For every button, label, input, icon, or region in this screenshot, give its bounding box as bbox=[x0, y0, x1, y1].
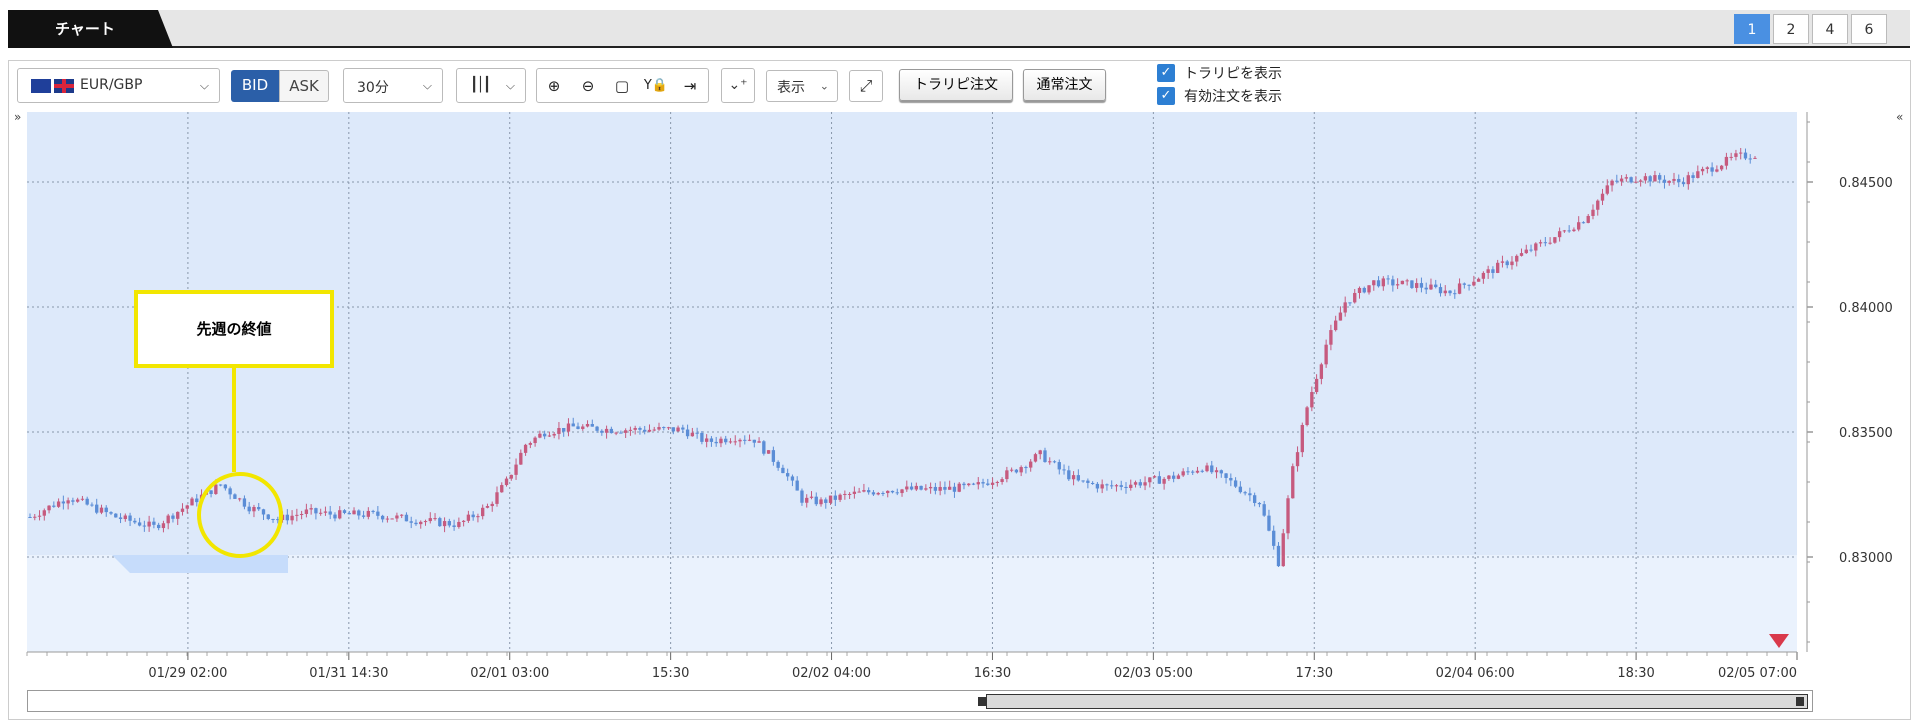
zoom-out-icon[interactable]: ⊖ bbox=[572, 70, 604, 102]
scrollbar-handle-left[interactable] bbox=[978, 697, 986, 706]
uk-flag-icon bbox=[54, 79, 74, 93]
jump-to-latest-icon[interactable]: ⇥ bbox=[674, 70, 706, 102]
show-trail-label: トラリピを表示 bbox=[1184, 66, 1282, 82]
annotation-highlight-circle bbox=[197, 472, 283, 558]
candlestick-icon: ┃│┃ bbox=[470, 77, 491, 93]
chevron-down-icon: ⌵ bbox=[505, 78, 515, 92]
eu-flag-icon bbox=[31, 79, 51, 93]
show-trail-checkbox[interactable]: ✓ bbox=[1157, 64, 1175, 82]
chevron-down-icon: ⌄ bbox=[819, 79, 829, 93]
page-button-6[interactable]: 6 bbox=[1851, 14, 1887, 44]
display-menu[interactable]: 表示 ⌄ bbox=[766, 70, 838, 102]
timeframe-select[interactable]: 30分 ⌵ bbox=[343, 68, 443, 103]
y-axis-lock-icon[interactable]: Y🔒 bbox=[640, 70, 672, 102]
timeframe-label: 30分 bbox=[357, 80, 389, 96]
time-scrollbar-thumb[interactable] bbox=[986, 694, 1808, 709]
fit-screen-icon[interactable]: ▢ bbox=[606, 70, 638, 102]
chart-panel bbox=[8, 60, 1911, 720]
zoom-in-icon[interactable]: ⊕ bbox=[538, 70, 570, 102]
expand-right-icon[interactable]: « bbox=[1896, 110, 1903, 124]
page-button-2[interactable]: 2 bbox=[1773, 14, 1809, 44]
symbol-select[interactable]: EUR/GBP ⌵ bbox=[17, 68, 220, 103]
fullscreen-icon[interactable]: ⤢ bbox=[849, 70, 883, 102]
panel-header bbox=[8, 10, 1910, 48]
expand-left-icon[interactable]: » bbox=[14, 110, 21, 124]
display-label: 表示 bbox=[777, 80, 805, 96]
chart-type-select[interactable]: ┃│┃ ⌵ bbox=[456, 68, 526, 103]
scrollbar-handle-right[interactable] bbox=[1796, 697, 1804, 706]
annotation-callout: 先週の終値 bbox=[134, 290, 334, 368]
bid-button[interactable]: BID bbox=[231, 70, 279, 102]
ask-button[interactable]: ASK bbox=[279, 70, 329, 102]
normal-order-button[interactable]: 通常注文 bbox=[1023, 69, 1106, 101]
page-button-1[interactable]: 1 bbox=[1734, 14, 1770, 44]
add-indicator-icon[interactable]: ⌄⁺ bbox=[721, 68, 755, 103]
annotation-leader-line bbox=[232, 368, 236, 472]
symbol-label: EUR/GBP bbox=[80, 77, 143, 93]
chart-tab-title[interactable]: チャート bbox=[8, 10, 173, 48]
chevron-down-icon: ⌵ bbox=[422, 78, 432, 92]
trail-order-button[interactable]: トラリピ注文 bbox=[899, 69, 1013, 101]
show-active-orders-checkbox[interactable]: ✓ bbox=[1157, 87, 1175, 105]
page-button-4[interactable]: 4 bbox=[1812, 14, 1848, 44]
chevron-down-icon: ⌵ bbox=[199, 78, 209, 92]
show-active-orders-label: 有効注文を表示 bbox=[1184, 89, 1282, 105]
